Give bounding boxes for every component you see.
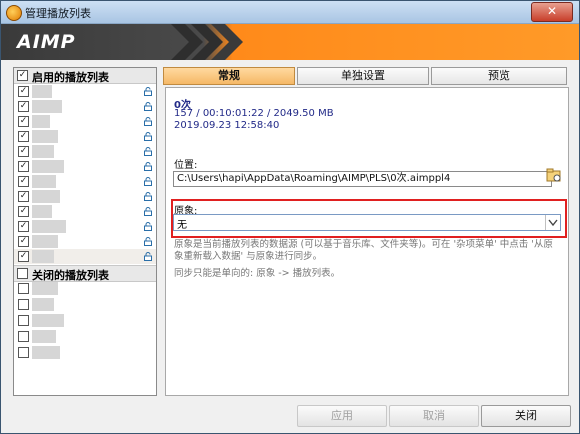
disabled-group-checkbox[interactable] [17, 268, 28, 279]
playlist-checkbox[interactable]: ✓ [18, 251, 29, 262]
playlist-name-obscured [32, 235, 58, 248]
enabled-playlist-row[interactable]: ✓ [14, 219, 156, 234]
playlist-name-obscured [32, 205, 52, 218]
apply-button[interactable]: 应用 [297, 405, 387, 427]
enabled-playlist-row[interactable]: ✓ [14, 114, 156, 129]
aimp-logo: AIMP [17, 31, 76, 53]
enabled-playlists-label: 启用的播放列表 [32, 71, 109, 84]
lock-icon[interactable] [144, 176, 152, 186]
playlist-checkbox[interactable]: ✓ [18, 116, 29, 127]
lock-icon[interactable] [144, 206, 152, 216]
cancel-button[interactable]: 取消 [389, 405, 479, 427]
disabled-playlist-row[interactable] [14, 313, 156, 328]
tab-bar: 常规 单独设置 预览 [163, 67, 567, 85]
disabled-playlist-row[interactable] [14, 329, 156, 344]
playlist-checkbox[interactable]: ✓ [18, 86, 29, 97]
tab-individual-settings[interactable]: 单独设置 [297, 67, 429, 85]
enabled-playlist-row[interactable]: ✓ [14, 129, 156, 144]
close-window-button[interactable]: ✕ [531, 2, 573, 22]
playlist-name-obscured [32, 190, 60, 203]
playlist-name-obscured [32, 145, 54, 158]
lock-icon[interactable] [144, 131, 152, 141]
playlist-checkbox[interactable] [18, 347, 29, 358]
enabled-playlist-row[interactable]: ✓ [14, 249, 156, 264]
open-folder-icon[interactable] [546, 168, 562, 183]
enabled-playlist-row[interactable]: ✓ [14, 144, 156, 159]
enabled-playlist-row[interactable]: ✓ [14, 234, 156, 249]
window-title: 管理播放列表 [25, 7, 91, 20]
tab-preview[interactable]: 预览 [431, 67, 567, 85]
tab-general[interactable]: 常规 [163, 67, 295, 85]
playlist-checkbox[interactable]: ✓ [18, 191, 29, 202]
lock-icon[interactable] [144, 236, 152, 246]
enabled-playlists-header[interactable]: ✓ 启用的播放列表 [14, 68, 156, 84]
playlist-checkbox[interactable]: ✓ [18, 236, 29, 247]
playlist-name-obscured [32, 314, 64, 327]
lock-icon[interactable] [144, 191, 152, 201]
playlist-checkbox[interactable]: ✓ [18, 161, 29, 172]
lock-icon[interactable] [144, 86, 152, 96]
disabled-playlists-header[interactable]: 关闭的播放列表 [14, 265, 156, 282]
playlist-stats: 157 / 00:10:01:22 / 2049.50 MB [174, 108, 334, 119]
playlist-checkbox[interactable]: ✓ [18, 221, 29, 232]
manage-playlists-window: 管理播放列表 ✕ AIMP ✓ 启用的播放列表 ✓ ✓ ✓ ✓ ✓ ✓ ✓ ✓ ✓ ✓ ✓ ✓ 关闭的… [0, 0, 580, 434]
playlist-name-obscured [32, 220, 66, 233]
playlist-name-obscured [32, 330, 56, 343]
enabled-playlist-row[interactable]: ✓ [14, 99, 156, 114]
aimp-app-icon [6, 5, 22, 21]
playlist-checkbox[interactable] [18, 331, 29, 342]
enabled-playlist-row[interactable]: ✓ [14, 84, 156, 99]
enabled-playlist-row[interactable]: ✓ [14, 189, 156, 204]
disabled-playlist-row[interactable] [14, 345, 156, 360]
chevron-down-icon[interactable] [545, 215, 560, 230]
aimp-banner: AIMP [1, 24, 579, 60]
playlist-name-obscured [32, 85, 52, 98]
source-select[interactable]: 无 [173, 214, 561, 231]
playlist-name-obscured [32, 250, 54, 263]
disabled-playlist-row[interactable] [14, 297, 156, 312]
lock-icon[interactable] [144, 101, 152, 111]
playlist-name-obscured [32, 346, 60, 359]
playlist-list-pane: ✓ 启用的播放列表 ✓ ✓ ✓ ✓ ✓ ✓ ✓ ✓ ✓ ✓ ✓ ✓ 关闭的播放列表 [13, 67, 157, 396]
enabled-group-checkbox[interactable]: ✓ [17, 70, 28, 81]
close-button[interactable]: 关闭 [481, 405, 571, 427]
playlist-checkbox[interactable] [18, 299, 29, 310]
enabled-playlist-row[interactable]: ✓ [14, 174, 156, 189]
location-label: 位置: [174, 160, 198, 171]
playlist-name-obscured [32, 298, 54, 311]
general-panel: 0次 157 / 00:10:01:22 / 2049.50 MB 2019.0… [165, 87, 569, 396]
playlist-checkbox[interactable]: ✓ [18, 176, 29, 187]
playlist-date: 2019.09.23 12:58:40 [174, 120, 280, 131]
lock-icon[interactable] [144, 116, 152, 126]
lock-icon[interactable] [144, 221, 152, 231]
source-select-value: 无 [177, 220, 187, 231]
playlist-name-obscured [32, 100, 62, 113]
playlist-name-obscured [32, 115, 50, 128]
source-description: 原象是当前播放列表的数据源 (可以基于音乐库、文件夹等)。可在 '杂项菜单' 中… [174, 239, 553, 262]
playlist-checkbox[interactable]: ✓ [18, 101, 29, 112]
playlist-checkbox[interactable]: ✓ [18, 146, 29, 157]
enabled-playlist-row[interactable]: ✓ [14, 204, 156, 219]
playlist-name-obscured [32, 282, 58, 295]
playlist-name-obscured [32, 130, 58, 143]
chevron-arrows-icon [171, 24, 243, 60]
lock-icon[interactable] [144, 146, 152, 156]
playlist-checkbox[interactable] [18, 283, 29, 294]
enabled-playlist-row[interactable]: ✓ [14, 159, 156, 174]
playlist-name-obscured [32, 160, 64, 173]
playlist-checkbox[interactable]: ✓ [18, 131, 29, 142]
lock-icon[interactable] [144, 161, 152, 171]
disabled-playlist-row[interactable] [14, 281, 156, 296]
playlist-checkbox[interactable] [18, 315, 29, 326]
lock-icon[interactable] [144, 251, 152, 261]
playlist-checkbox[interactable]: ✓ [18, 206, 29, 217]
sync-note: 同步只能是单向的: 原象 -> 播放列表。 [174, 268, 341, 279]
title-bar: 管理播放列表 ✕ [1, 1, 579, 24]
location-path-field[interactable]: C:\Users\hapi\AppData\Roaming\AIMP\PLS\0… [173, 171, 552, 187]
playlist-name-obscured [32, 175, 56, 188]
